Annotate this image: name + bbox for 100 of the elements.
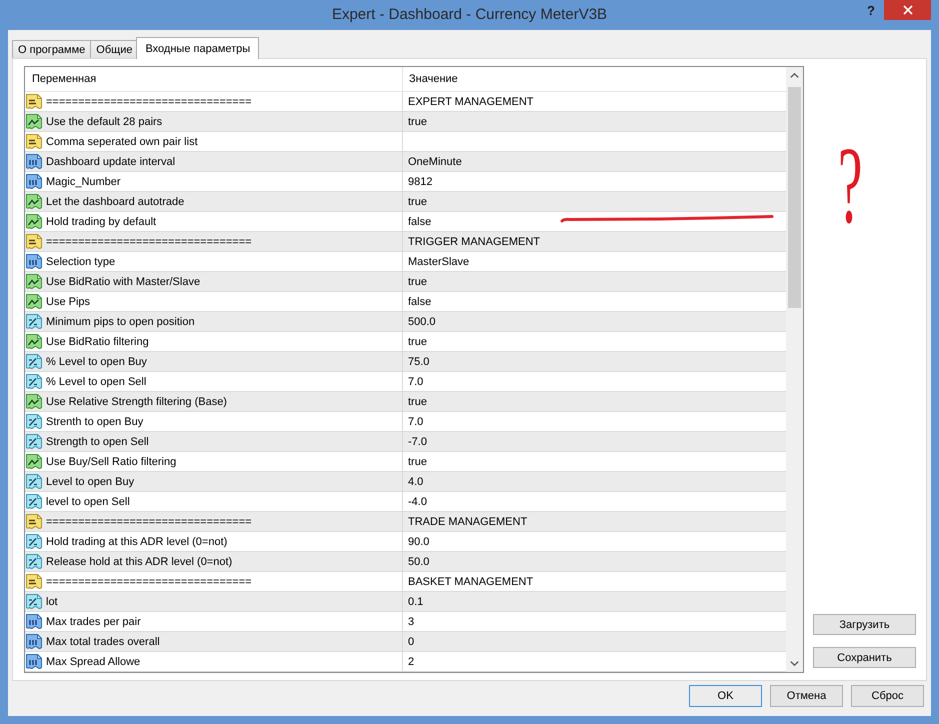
tab[interactable]: О программе <box>12 40 92 58</box>
parameter-name: Hold trading by default <box>46 216 156 228</box>
parameter-value: 3 <box>408 616 414 628</box>
parameter-name: Magic_Number <box>46 176 121 188</box>
tab[interactable]: Входные параметры <box>136 37 260 59</box>
parameter-name: Release hold at this ADR level (0=not) <box>46 556 232 568</box>
table-row[interactable]: Max trades per pair 3 <box>25 612 786 632</box>
slash-tag-icon <box>26 314 42 330</box>
table-row[interactable]: Hold trading by default false <box>25 212 786 232</box>
table-row[interactable]: Max Spread Allowe 2 <box>25 652 786 672</box>
load-button[interactable]: Загрузить <box>813 614 916 635</box>
table-row[interactable]: lot 0.1 <box>25 592 786 612</box>
tab[interactable]: Общие <box>90 40 138 58</box>
table-row[interactable]: ================================ EXPERT MANAGEMENT <box>25 92 786 112</box>
cancel-button[interactable]: Отмена <box>770 685 843 707</box>
parameter-value: 4.0 <box>408 476 424 488</box>
parameter-name: Max trades per pair <box>46 616 141 628</box>
parameter-name: ================================ <box>46 236 252 248</box>
parameter-value: 500.0 <box>408 316 436 328</box>
parameter-name: ================================ <box>46 576 252 588</box>
zigzag-tag-icon <box>26 334 42 350</box>
bars-tag-icon <box>26 614 42 630</box>
table-row[interactable]: Minimum pips to open position 500.0 <box>25 312 786 332</box>
table-row[interactable]: Use Buy/Sell Ratio filtering true <box>25 452 786 472</box>
table-row[interactable]: Selection type MasterSlave <box>25 252 786 272</box>
scrollbar-thumb[interactable] <box>788 87 801 308</box>
parameter-value: 90.0 <box>408 536 430 548</box>
slash-tag-icon <box>26 594 42 610</box>
slash-tag-icon <box>26 354 42 370</box>
zigzag-tag-icon <box>26 394 42 410</box>
scroll-down-icon[interactable] <box>790 661 799 666</box>
parameter-value: true <box>408 456 427 468</box>
slash-tag-icon <box>26 494 42 510</box>
slash-tag-icon <box>26 534 42 550</box>
parameter-value: 75.0 <box>408 356 430 368</box>
parameter-name: % Level to open Sell <box>46 376 146 388</box>
table-row[interactable]: ================================ TRIGGER MANAGEMENT <box>25 232 786 252</box>
parameter-name: Selection type <box>46 256 116 268</box>
table-row[interactable]: level to open Sell -4.0 <box>25 492 786 512</box>
parameter-value: OneMinute <box>408 156 462 168</box>
table-row[interactable]: Strenth to open Buy 7.0 <box>25 412 786 432</box>
table-row[interactable]: Hold trading at this ADR level (0=not) 90.0 <box>25 532 786 552</box>
parameter-value: 7.0 <box>408 376 424 388</box>
table-row[interactable]: Release hold at this ADR level (0=not) 50.0 <box>25 552 786 572</box>
column-header: Значение <box>409 73 458 85</box>
help-button[interactable]: ? <box>858 0 884 21</box>
save-button[interactable]: Сохранить <box>813 647 916 668</box>
column-header: Переменная <box>32 73 96 85</box>
table-row[interactable]: Comma seperated own pair list <box>25 132 786 152</box>
lines-tag-icon <box>26 574 42 590</box>
table-row[interactable]: Use Pips false <box>25 292 786 312</box>
parameter-name: Max Spread Allowe <box>46 656 140 668</box>
lines-tag-icon <box>26 134 42 150</box>
scroll-up-icon[interactable] <box>790 73 799 78</box>
ok-button[interactable]: OK <box>689 685 762 707</box>
parameter-name: Use BidRatio with Master/Slave <box>46 276 200 288</box>
window-title: Expert - Dashboard - Currency MeterV3B <box>332 5 608 25</box>
bars-tag-icon <box>26 254 42 270</box>
scrollbar[interactable] <box>786 67 803 672</box>
close-button[interactable] <box>884 0 931 20</box>
parameter-name: Use Buy/Sell Ratio filtering <box>46 456 176 468</box>
table-row[interactable]: Magic_Number 9812 <box>25 172 786 192</box>
slash-tag-icon <box>26 474 42 490</box>
parameter-value: false <box>408 296 432 308</box>
table-row[interactable]: ================================ TRADE MANAGEMENT <box>25 512 786 532</box>
table-row[interactable]: % Level to open Buy 75.0 <box>25 352 786 372</box>
parameter-value: TRADE MANAGEMENT <box>408 516 528 528</box>
parameter-value: true <box>408 116 427 128</box>
slash-tag-icon <box>26 414 42 430</box>
parameter-value: true <box>408 396 427 408</box>
table-row[interactable]: ================================ BASKET MANAGEMENT <box>25 572 786 592</box>
table-row[interactable]: Use BidRatio with Master/Slave true <box>25 272 786 292</box>
parameter-value: 7.0 <box>408 416 424 428</box>
parameter-value: -7.0 <box>408 436 427 448</box>
parameter-name: Hold trading at this ADR level (0=not) <box>46 536 228 548</box>
zigzag-tag-icon <box>26 294 42 310</box>
parameter-name: lot <box>46 596 58 608</box>
parameter-value: EXPERT MANAGEMENT <box>408 96 534 108</box>
parameter-name: Comma seperated own pair list <box>46 136 198 148</box>
table-row[interactable]: Strength to open Sell -7.0 <box>25 432 786 452</box>
parameter-value: -4.0 <box>408 496 427 508</box>
table-row[interactable]: Use BidRatio filtering true <box>25 332 786 352</box>
parameter-value: MasterSlave <box>408 256 470 268</box>
parameter-value: true <box>408 196 427 208</box>
zigzag-tag-icon <box>26 274 42 290</box>
table-row[interactable]: % Level to open Sell 7.0 <box>25 372 786 392</box>
table-row[interactable]: Level to open Buy 4.0 <box>25 472 786 492</box>
parameter-name: Strenth to open Buy <box>46 416 144 428</box>
parameter-name: Minimum pips to open position <box>46 316 195 328</box>
table-row[interactable]: Dashboard update interval OneMinute <box>25 152 786 172</box>
parameter-value: 50.0 <box>408 556 430 568</box>
table-row[interactable]: Use the default 28 pairs true <box>25 112 786 132</box>
parameter-name: Use Pips <box>46 296 90 308</box>
parameter-value: true <box>408 276 427 288</box>
table-row[interactable]: Use Relative Strength filtering (Base) true <box>25 392 786 412</box>
reset-button[interactable]: Сброс <box>851 685 924 707</box>
table-row[interactable]: Let the dashboard autotrade true <box>25 192 786 212</box>
bars-tag-icon <box>26 154 42 170</box>
parameter-name: Let the dashboard autotrade <box>46 196 184 208</box>
table-row[interactable]: Max total trades overall 0 <box>25 632 786 652</box>
